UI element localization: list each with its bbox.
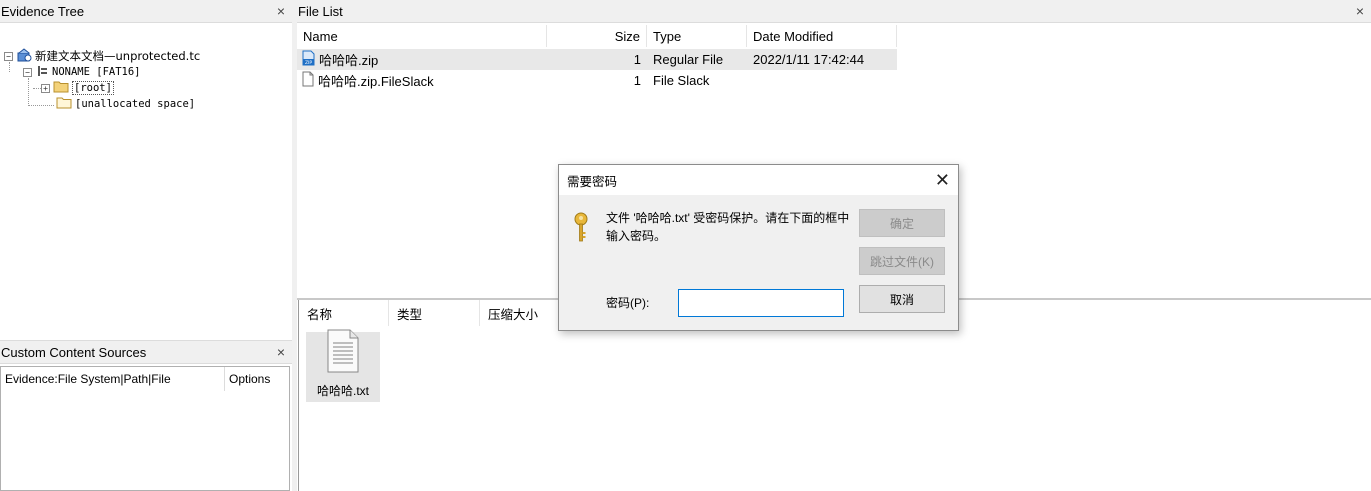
custom-sources-header: Custom Content Sources ×: [0, 340, 292, 364]
archive-file-name: 哈哈哈.txt: [316, 384, 369, 398]
evidence-tree-header: Evidence Tree ×: [0, 0, 292, 23]
archive-file-item[interactable]: 哈哈哈.txt: [306, 329, 380, 402]
name-cell: 哈哈哈.zip.FileSlack: [297, 70, 547, 91]
type-cell: File Slack: [653, 73, 710, 88]
password-input[interactable]: [678, 289, 844, 317]
close-icon[interactable]: ×: [1353, 3, 1367, 19]
tree-node-label: 新建文本文档—unprotected.tc: [35, 49, 201, 63]
file-list-title: File List: [298, 3, 343, 19]
type-cell: Regular File: [653, 52, 724, 67]
tree-node-label: [unallocated space]: [75, 98, 196, 110]
expand-toggle[interactable]: +: [41, 83, 50, 93]
password-dialog: 需要密码 ✕ 文件 '哈哈哈.txt' 受密码保护。请在下面的框中输入密码。 密…: [558, 164, 959, 331]
evidence-tree-title: Evidence Tree: [1, 3, 85, 19]
column-header-options[interactable]: Options: [225, 367, 289, 391]
name-cell: ZIP 哈哈哈.zip: [297, 49, 547, 70]
column-header-date-modified[interactable]: Date Modified: [747, 25, 897, 47]
text-file-icon: [326, 329, 360, 376]
column-header-name[interactable]: 名称: [299, 300, 389, 326]
evidence-container-icon: [16, 47, 32, 65]
ok-button[interactable]: 确定: [859, 209, 945, 237]
file-name: 哈哈哈.zip: [319, 53, 379, 68]
key-icon: [574, 212, 588, 247]
password-label: 密码(P):: [606, 296, 650, 310]
tree-connector: [28, 78, 29, 106]
close-icon[interactable]: ✕: [935, 171, 950, 189]
dialog-title: 需要密码: [567, 174, 618, 189]
tree-node-volume[interactable]: − NONAME [FAT16]: [23, 64, 141, 80]
size-cell: 1: [633, 52, 641, 67]
column-header-size[interactable]: Size: [547, 25, 647, 47]
tree-node-root[interactable]: + [root]: [41, 80, 114, 96]
close-icon[interactable]: ×: [274, 344, 288, 360]
table-row[interactable]: ZIP 哈哈哈.zip 1 Regular File 2022/1/11 17:…: [297, 49, 897, 70]
date-cell: [747, 70, 897, 91]
folder-icon: [53, 80, 69, 96]
column-header-evidence-path[interactable]: Evidence:File System|Path|File: [1, 367, 225, 391]
close-icon[interactable]: ×: [274, 3, 288, 19]
custom-sources-column-headers: Evidence:File System|Path|File Options: [1, 367, 289, 391]
zip-file-icon: ZIP: [301, 50, 316, 69]
archive-column-headers: 名称 类型 压缩大小: [299, 300, 560, 326]
evidence-tree: − 新建文本文档—unprotected.tc − NONAME [FAT16]…: [0, 23, 292, 110]
column-header-type[interactable]: Type: [647, 25, 747, 47]
date-cell: 2022/1/11 17:42:44: [753, 52, 865, 67]
column-header-name[interactable]: Name: [297, 25, 547, 47]
dialog-title-bar: 需要密码 ✕: [559, 165, 958, 195]
tree-node-unallocated[interactable]: [unallocated space]: [56, 96, 195, 112]
size-cell: 1: [633, 73, 641, 88]
tree-node-container[interactable]: − 新建文本文档—unprotected.tc: [4, 47, 201, 65]
tree-node-label: NONAME [FAT16]: [52, 66, 141, 78]
folder-icon: [56, 96, 72, 112]
volume-icon: [35, 64, 49, 81]
collapse-toggle[interactable]: −: [4, 51, 13, 61]
skip-file-button[interactable]: 跳过文件(K): [859, 247, 945, 275]
column-header-compressed-size[interactable]: 压缩大小: [480, 300, 560, 326]
custom-sources-title: Custom Content Sources: [1, 344, 147, 360]
tree-node-label: [root]: [72, 81, 114, 95]
document-icon: [302, 71, 314, 90]
file-name: 哈哈哈.zip.FileSlack: [318, 74, 434, 89]
cancel-button[interactable]: 取消: [859, 285, 945, 313]
column-header-type[interactable]: 类型: [389, 300, 480, 326]
tree-connector: [28, 105, 54, 106]
svg-text:ZIP: ZIP: [305, 60, 312, 66]
custom-content-sources-panel: Custom Content Sources × Evidence:File S…: [0, 340, 292, 491]
evidence-tree-panel: Evidence Tree × − 新建文本文档—unprotected.tc …: [0, 0, 292, 338]
collapse-toggle[interactable]: −: [23, 67, 32, 77]
table-row[interactable]: 哈哈哈.zip.FileSlack 1 File Slack: [297, 70, 897, 91]
file-list-column-headers: Name Size Type Date Modified: [297, 25, 897, 47]
file-list-header: File List ×: [297, 0, 1371, 23]
dialog-message: 文件 '哈哈哈.txt' 受密码保护。请在下面的框中输入密码。: [606, 211, 850, 243]
custom-sources-table: Evidence:File System|Path|File Options: [0, 366, 290, 491]
